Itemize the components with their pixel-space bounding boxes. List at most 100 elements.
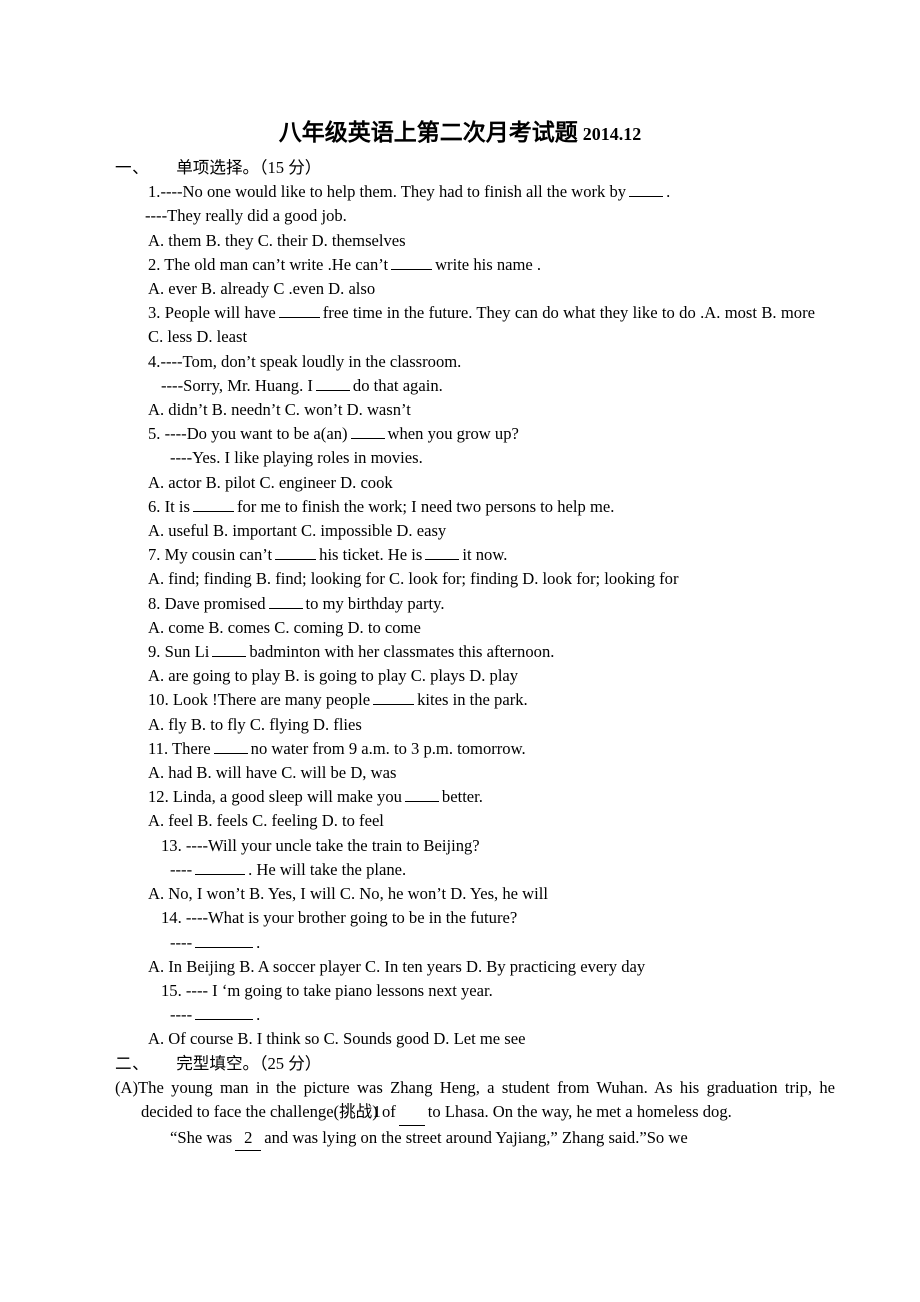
page-title: 八年级英语上第二次月考试题 2014.12 — [0, 118, 920, 149]
question-7-blank-2 — [425, 543, 460, 561]
question-10-options: A. fly B. to fly C. flying D. flies — [148, 714, 362, 734]
question-12-stem-b: better. — [441, 787, 483, 807]
question-13-options: A. No, I won’t B. Yes, I will C. No, he … — [148, 884, 548, 904]
question-6-options: A. useful B. important C. impossible D. … — [148, 521, 447, 541]
question-4-reply: ----Sorry, Mr. Huang. I do that again. — [115, 374, 815, 398]
question-4-options: A. didn’t B. needn’t C. won’t D. wasn’t — [148, 400, 411, 420]
question-8-blank — [268, 592, 303, 609]
question-4-blank — [315, 374, 350, 391]
question-7-stem-b: his ticket. He is — [319, 545, 423, 565]
question-13-stem: 13. ----Will your uncle take the train t… — [161, 835, 480, 855]
question-13-reply: ---- . He will take the plane. — [115, 858, 815, 882]
passage-a-text-part-2: to Lhasa. On the way, he met a homeless … — [427, 1102, 732, 1122]
section-heading-one: 一、 单项选择。（15 分） — [115, 156, 815, 180]
question-5-stem-b: when you grow up? — [387, 424, 519, 444]
question-9-options: A. are going to play B. is going to play… — [148, 666, 519, 686]
passage-a-quote-part-1: “She was — [170, 1127, 233, 1147]
cloze-passage-a: (A)The young man in the picture was Zhan… — [115, 1076, 835, 1126]
question-10-stem-b: kites in the park. — [417, 690, 528, 710]
question-12-stem: 12. Linda, a good sleep will make you bet… — [115, 785, 815, 809]
question-3-blank — [278, 301, 320, 319]
question-8-options: A. come B. comes C. coming D. to come — [148, 617, 421, 637]
section-one-number: 一、 — [115, 158, 150, 177]
question-9-blank — [212, 640, 247, 658]
question-8-stem: 8. Dave promised to my birthday party. — [115, 592, 815, 616]
question-2-stem-text: 2. The old man can’t write .He can’t — [148, 254, 389, 274]
section-two-label: 完型填空。（25 分） — [176, 1053, 322, 1073]
question-9-stem-a: 9. Sun Li — [148, 642, 210, 662]
question-2-stem: 2. The old man can’t write .He can’t writ… — [115, 253, 815, 277]
question-10-stem-a: 10. Look !There are many people — [148, 690, 371, 710]
question-14-reply-a: ---- — [170, 932, 193, 952]
page-title-chinese: 八年级英语上第二次月考试题 — [278, 120, 578, 145]
passage-a-quote-part-2: and was lying on the street around Yajia… — [264, 1127, 688, 1147]
section-heading-two: 二、 完型填空。（25 分） — [115, 1052, 815, 1076]
cloze-blank-2: 2 — [235, 1126, 262, 1151]
question-6-stem-a: 6. It is — [148, 496, 190, 516]
question-3-stem: 3. People will have free time in the futu… — [115, 301, 815, 349]
question-12-options: A. feel B. feels C. feeling D. to feel — [148, 811, 384, 831]
question-7-stem-a: 7. My cousin can’t — [148, 545, 273, 565]
question-13-reply-b: . He will take the plane. — [248, 859, 407, 879]
question-9-stem-b: badminton with her classmates this after… — [249, 642, 555, 662]
question-6-stem: 6. It is for me to finish the work; I nee… — [115, 495, 815, 519]
question-5-options: A. actor B. pilot C. engineer D. cook — [148, 472, 393, 492]
question-8-stem-a: 8. Dave promised — [148, 593, 266, 613]
question-12-stem-a: 12. Linda, a good sleep will make you — [148, 787, 402, 807]
question-14-options: A. In Beijing B. A soccer player C. In t… — [148, 956, 646, 976]
question-11-options: A. had B. will have C. will be D, was — [148, 763, 397, 783]
question-9-stem: 9. Sun Li badminton with her classmates t… — [115, 640, 815, 664]
question-6-stem-b: for me to finish the work; I need two pe… — [236, 496, 615, 516]
question-15-options: A. Of course B. I think so C. Sounds goo… — [148, 1029, 526, 1049]
question-1-stem-text: 1.----No one would like to help them. Th… — [148, 182, 627, 202]
question-1-blank — [629, 180, 664, 198]
question-4-reply-b: do that again. — [352, 375, 443, 395]
section-two-number: 二、 — [115, 1053, 150, 1073]
question-2-stem-tail: write his name . — [435, 254, 542, 274]
question-11-stem: 11. There no water from 9 a.m. to 3 p.m. … — [115, 737, 815, 761]
question-11-stem-b: no water from 9 a.m. to 3 p.m. tomorrow. — [250, 738, 526, 758]
question-15-reply-a: ---- — [170, 1005, 193, 1025]
question-7-stem-c: it now. — [462, 545, 508, 565]
cloze-blank-1: 1 — [373, 1100, 425, 1126]
question-11-blank — [213, 737, 248, 754]
question-15-blank — [195, 1003, 254, 1021]
question-6-blank — [192, 495, 234, 512]
question-12-blank — [404, 786, 439, 803]
question-2-options: A. ever B. already C .even D. also — [148, 279, 376, 299]
question-14-stem: 14. ----What is your brother going to be… — [161, 908, 518, 928]
question-13-reply-a: ---- — [170, 859, 193, 879]
passage-tag-a: (A) — [115, 1077, 139, 1097]
question-7-stem: 7. My cousin can’t his ticket. He is it no… — [115, 543, 815, 567]
question-11-stem-a: 11. There — [148, 738, 211, 758]
question-7-blank-1 — [275, 543, 317, 561]
question-1-reply: ----They really did a good job. — [145, 206, 347, 226]
question-14-reply-b: . — [256, 932, 261, 952]
question-2-blank — [391, 253, 433, 270]
question-1-options: A. them B. they C. their D. themselves — [148, 230, 406, 250]
question-3-stem-text-a: 3. People will have — [148, 303, 276, 323]
question-7-options: A. find; finding B. find; looking for C.… — [148, 569, 679, 589]
section-one-label: 单项选择。（15 分） — [176, 158, 322, 177]
exam-body: 一、 单项选择。（15 分） 1.----No one would like to… — [115, 156, 835, 1151]
question-1-stem: 1.----No one would like to help them. Th… — [115, 180, 815, 204]
question-10-stem: 10. Look !There are many people kites in … — [115, 688, 815, 712]
question-1-stem-tail: . — [666, 182, 671, 202]
question-10-blank — [373, 689, 415, 706]
question-4-stem: 4.----Tom, don’t speak loudly in the cla… — [148, 351, 462, 371]
page-title-date: 2014.12 — [582, 124, 642, 144]
question-4-reply-a: ----Sorry, Mr. Huang. I — [161, 375, 313, 395]
cloze-passage-a-quote: “She was 2 and was lying on the street aro… — [115, 1126, 815, 1151]
question-15-reply: ----. — [115, 1003, 815, 1027]
question-15-stem: 15. ---- I ‘m going to take piano lesson… — [161, 980, 493, 1000]
question-14-blank — [195, 931, 254, 948]
question-15-reply-b: . — [256, 1005, 261, 1025]
question-14-reply: ----. — [115, 931, 815, 955]
question-5-reply: ----Yes. I like playing roles in movies. — [170, 448, 423, 468]
question-5-stem: 5. ----Do you want to be a(an) when you g… — [115, 422, 815, 446]
question-5-stem-a: 5. ----Do you want to be a(an) — [148, 424, 348, 444]
question-8-stem-b: to my birthday party. — [305, 593, 445, 613]
question-5-blank — [350, 422, 385, 440]
question-13-blank — [195, 858, 246, 875]
exam-paper-page: 八年级英语上第二次月考试题 2014.12 一、 单项选择。（15 分） 1.---… — [0, 0, 920, 1302]
